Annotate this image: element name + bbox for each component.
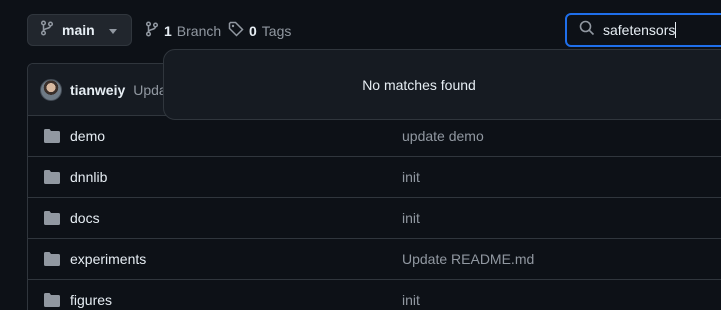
tags-label: Tags (261, 22, 292, 39)
search-results-dropdown: No matches found (163, 49, 721, 120)
table-row[interactable]: experiments Update README.md (28, 239, 721, 280)
file-name[interactable]: docs (70, 210, 100, 226)
chevron-down-icon (108, 21, 117, 39)
commit-message[interactable]: Upda (133, 82, 166, 98)
folder-icon (44, 211, 60, 230)
table-row[interactable]: figures init (28, 280, 721, 310)
file-commit-message[interactable]: init (402, 210, 420, 226)
table-row[interactable]: demo update demo (28, 116, 721, 157)
commit-author[interactable]: tianweiy (70, 82, 125, 98)
file-commit-message[interactable]: update demo (402, 128, 484, 144)
branches-count: 1 (164, 22, 172, 39)
folder-icon (44, 129, 60, 148)
file-name[interactable]: dnnlib (70, 169, 107, 185)
file-name[interactable]: experiments (70, 251, 146, 267)
table-row[interactable]: dnnlib init (28, 157, 721, 198)
branches-link[interactable]: 1 Branch (145, 21, 221, 40)
branches-label: Branch (176, 22, 222, 39)
folder-icon (44, 293, 60, 310)
go-to-file-search-input[interactable]: safetensors (565, 13, 721, 47)
git-branch-icon (40, 19, 54, 41)
repo-file-browser: main 1 Branch 0 Tags safetensors tianwei… (0, 0, 721, 310)
search-input-value[interactable]: safetensors (603, 22, 677, 38)
file-commit-message[interactable]: init (402, 292, 420, 308)
search-icon (579, 20, 595, 41)
file-name[interactable]: demo (70, 128, 105, 144)
branch-name: main (62, 22, 95, 38)
no-matches-message: No matches found (362, 76, 476, 93)
text-cursor (675, 22, 677, 38)
table-row[interactable]: docs init (28, 198, 721, 239)
branch-selector-button[interactable]: main (27, 14, 132, 46)
git-branch-icon (145, 21, 159, 40)
tag-icon (228, 21, 244, 40)
tags-link[interactable]: 0 Tags (228, 21, 291, 40)
folder-icon (44, 252, 60, 271)
avatar[interactable] (40, 78, 62, 101)
folder-icon (44, 170, 60, 189)
file-commit-message[interactable]: init (402, 169, 420, 185)
tags-count: 0 (249, 22, 257, 39)
file-name[interactable]: figures (70, 292, 112, 308)
file-commit-message[interactable]: Update README.md (402, 251, 534, 267)
